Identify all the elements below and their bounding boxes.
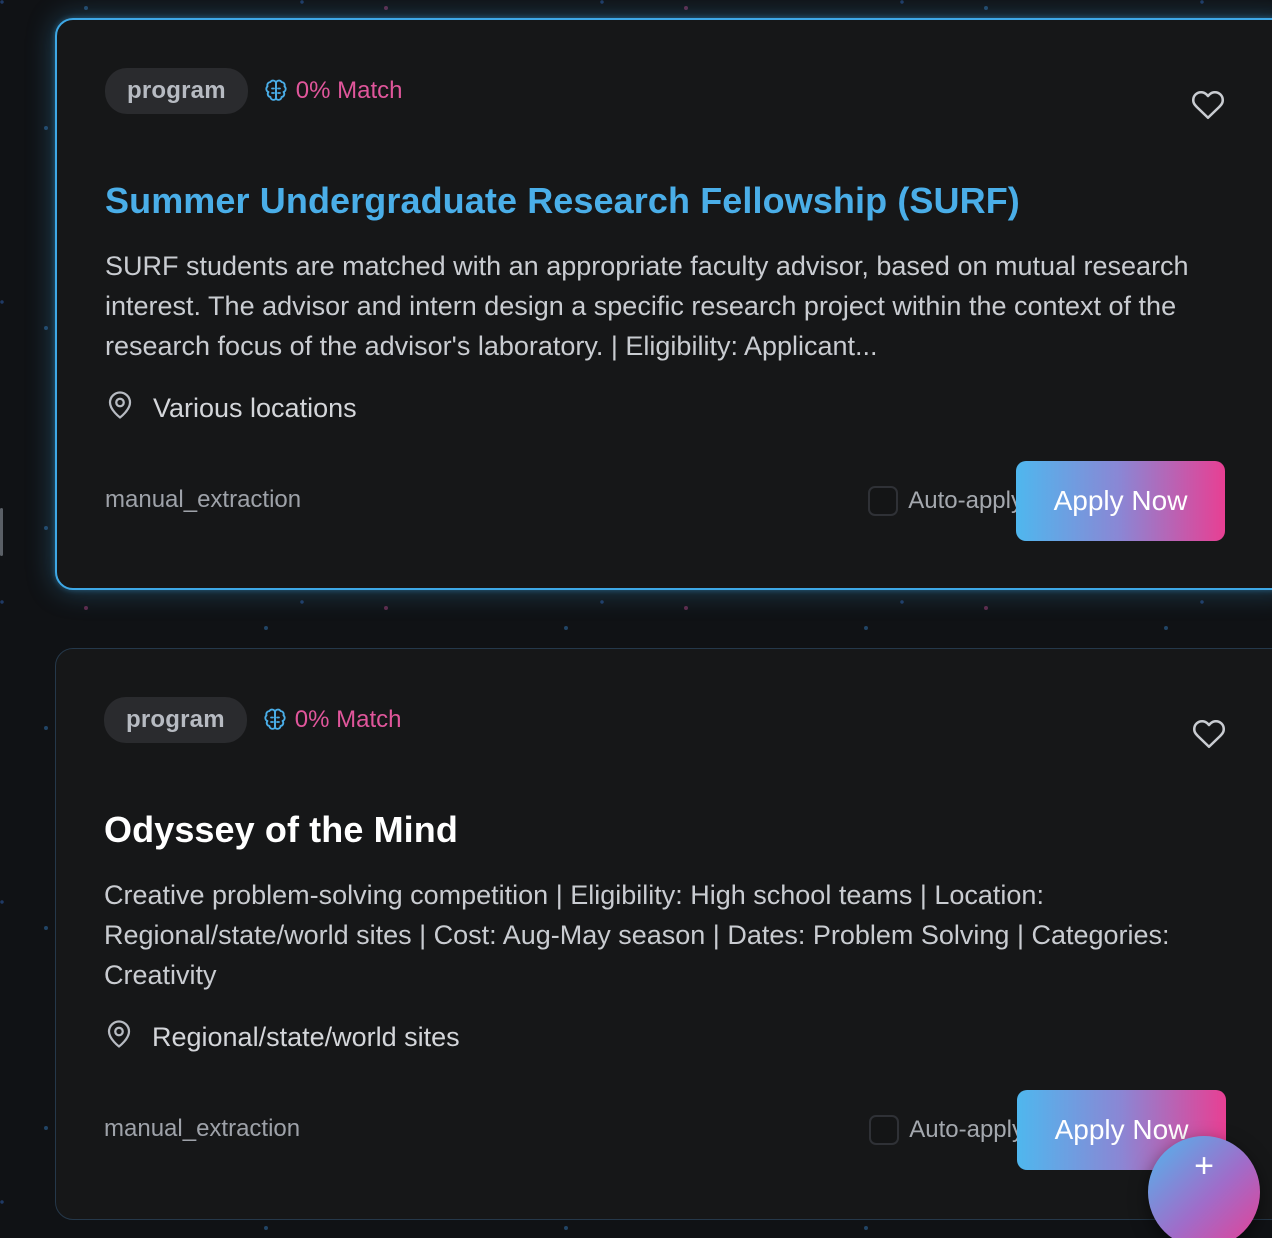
bg-dot xyxy=(984,6,988,10)
bg-dot xyxy=(984,606,988,610)
bg-dot xyxy=(44,1126,48,1130)
apply-now-button[interactable]: Apply Now xyxy=(1016,461,1225,541)
bg-dot xyxy=(44,726,48,730)
heart-icon[interactable] xyxy=(1192,717,1226,751)
auto-apply-toggle[interactable]: Auto-apply xyxy=(868,486,1023,516)
type-badge: program xyxy=(104,697,247,743)
plus-icon: + xyxy=(1194,1146,1214,1185)
match-label: 0% Match xyxy=(294,706,402,733)
card-description: Creative problem-solving competition | E… xyxy=(104,880,1170,990)
auto-apply-label: Auto-apply xyxy=(909,1116,1024,1143)
bg-dot xyxy=(864,626,868,630)
bg-dot xyxy=(684,606,688,610)
map-pin-icon xyxy=(105,390,135,427)
source-label: manual_extraction xyxy=(105,486,302,513)
source-label: manual_extraction xyxy=(104,1115,301,1142)
type-badge: program xyxy=(105,68,248,114)
auto-apply-checkbox[interactable] xyxy=(869,1115,900,1145)
card-location: Regional/state/world sites xyxy=(104,1019,460,1056)
auto-apply-checkbox[interactable] xyxy=(868,486,899,516)
match-score: 0% Match xyxy=(264,77,403,105)
bg-dot xyxy=(384,606,388,610)
opportunity-card[interactable]: program 0% Match Summer Undergraduate Re… xyxy=(55,18,1272,590)
card-title[interactable]: Summer Undergraduate Research Fellowship… xyxy=(105,180,1020,222)
bg-dot xyxy=(684,6,688,10)
card-description: SURF students are matched with an approp… xyxy=(105,251,1189,361)
card-title[interactable]: Odyssey of the Mind xyxy=(104,809,458,851)
card-tags: program 0% Match xyxy=(104,697,401,743)
bg-dot xyxy=(44,526,48,530)
heart-icon[interactable] xyxy=(1191,88,1225,122)
match-score: 0% Match xyxy=(263,706,402,734)
map-pin-icon xyxy=(104,1019,134,1056)
bg-dot xyxy=(564,1226,568,1230)
brain-icon xyxy=(264,79,288,103)
auto-apply-toggle[interactable]: Auto-apply xyxy=(869,1115,1024,1145)
bg-dot xyxy=(264,1226,268,1230)
opportunity-card[interactable]: program 0% Match Odyssey of the Mind Cre… xyxy=(55,648,1272,1220)
location-label: Various locations xyxy=(153,393,357,423)
bg-dot xyxy=(44,926,48,930)
location-label: Regional/state/world sites xyxy=(152,1022,460,1052)
bg-dot xyxy=(84,606,88,610)
card-location: Various locations xyxy=(105,390,357,427)
scrollbar-handle[interactable] xyxy=(0,508,3,556)
auto-apply-label: Auto-apply xyxy=(908,487,1023,514)
card-tags: program 0% Match xyxy=(105,68,402,114)
bg-dot xyxy=(264,626,268,630)
bg-dot xyxy=(864,1226,868,1230)
bg-dot xyxy=(564,626,568,630)
brain-icon xyxy=(263,708,287,732)
bg-dot xyxy=(384,6,388,10)
bg-dot xyxy=(44,126,48,130)
bg-dot xyxy=(1164,626,1168,630)
bg-dot xyxy=(84,6,88,10)
page: program 0% Match Summer Undergraduate Re… xyxy=(0,0,1272,1238)
bg-dot xyxy=(44,326,48,330)
add-fab-button[interactable]: + xyxy=(1148,1136,1260,1238)
match-label: 0% Match xyxy=(295,77,403,104)
